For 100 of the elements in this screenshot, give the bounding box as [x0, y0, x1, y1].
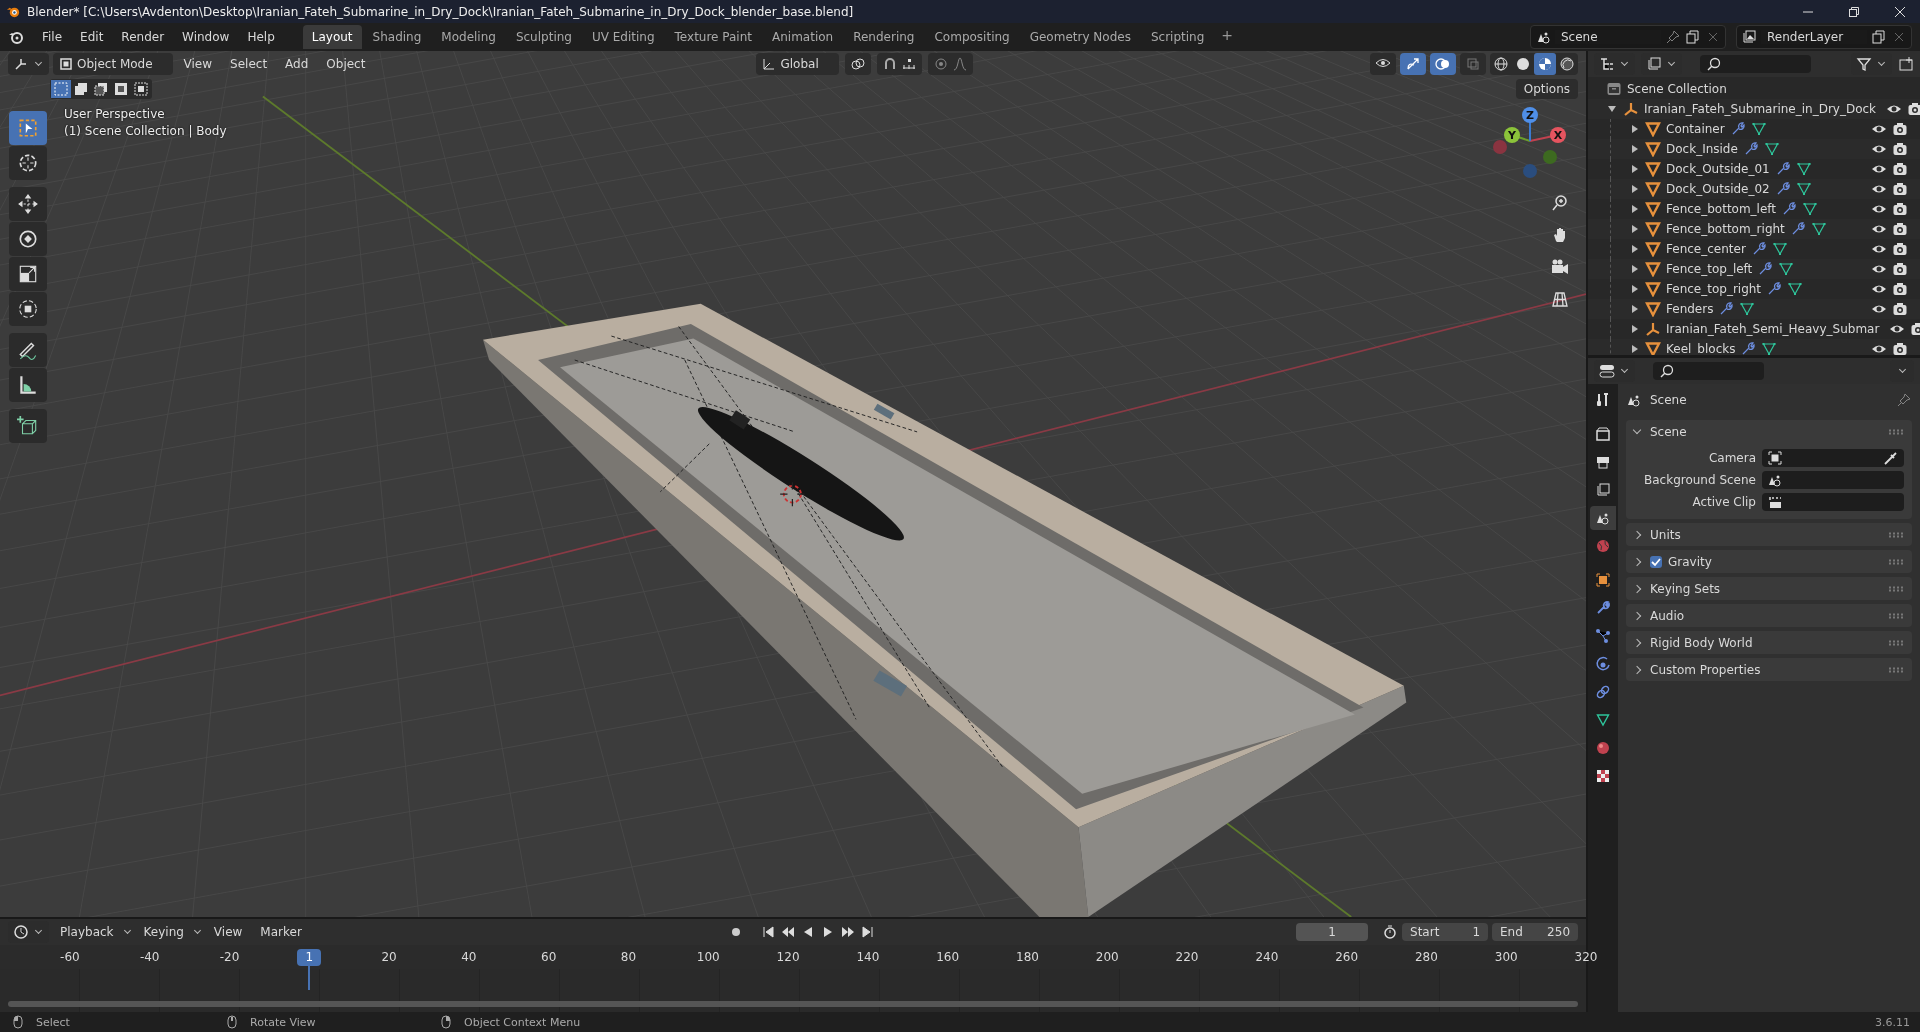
drag-handle-icon[interactable]: [1888, 428, 1904, 435]
duplicate-icon[interactable]: [1685, 29, 1701, 45]
mode-dropdown[interactable]: Object Mode: [53, 53, 173, 75]
duplicate-icon[interactable]: [1871, 29, 1887, 45]
panel-title[interactable]: Keying Sets: [1650, 581, 1721, 596]
playhead[interactable]: 1: [297, 948, 322, 966]
field-input[interactable]: [1762, 449, 1904, 467]
drag-handle-icon[interactable]: [1888, 666, 1904, 673]
mesh-triangle-icon[interactable]: [1778, 261, 1795, 277]
mesh-triangle-icon[interactable]: [1761, 341, 1778, 355]
wrench-icon[interactable]: [1740, 341, 1757, 355]
visibility-button[interactable]: [1370, 53, 1396, 75]
tool-button[interactable]: [9, 292, 47, 326]
menu-item[interactable]: Help: [239, 27, 283, 47]
previous-keyframe-icon[interactable]: [780, 924, 797, 940]
drag-handle-icon[interactable]: [1888, 585, 1904, 592]
tool-button[interactable]: [9, 222, 47, 256]
drag-handle-icon[interactable]: [1888, 558, 1904, 565]
workspace-tab[interactable]: Geometry Nodes: [1020, 25, 1140, 49]
timeline-menu-item[interactable]: Marker: [253, 923, 309, 941]
camera-icon[interactable]: [1892, 181, 1908, 197]
search-field[interactable]: [1653, 362, 1764, 380]
camera-icon[interactable]: [1892, 261, 1908, 277]
expand-arrow-icon[interactable]: [1632, 225, 1638, 233]
restore-icon[interactable]: [1848, 5, 1860, 18]
scene-selector[interactable]: Scene: [1530, 25, 1726, 49]
outliner-item[interactable]: Fence_bottom_right: [1666, 222, 1785, 236]
workspace-tab[interactable]: Modeling: [432, 25, 505, 49]
outliner-item[interactable]: Scene Collection: [1627, 82, 1727, 96]
tool-button[interactable]: [9, 368, 47, 402]
tool-button[interactable]: [9, 333, 47, 367]
camera-icon[interactable]: [1892, 281, 1908, 297]
x-axis-handle[interactable]: X: [1550, 127, 1566, 143]
expand-arrow-icon[interactable]: [1632, 265, 1638, 273]
pin-icon[interactable]: [1665, 29, 1681, 45]
expand-arrow-icon[interactable]: [1632, 205, 1638, 213]
camera-icon[interactable]: [1550, 257, 1570, 277]
mesh-triangle-icon[interactable]: [1787, 281, 1804, 297]
proportional-edit-button[interactable]: [927, 53, 973, 75]
outliner-item[interactable]: Fence_center: [1666, 242, 1746, 256]
workspace-tab[interactable]: Layout: [302, 25, 362, 49]
expand-arrow-icon[interactable]: [1632, 125, 1638, 133]
outliner-item[interactable]: Container: [1666, 122, 1725, 136]
workspace-tab[interactable]: Scripting: [1141, 25, 1214, 49]
gizmo-toggle-button[interactable]: [1400, 53, 1426, 75]
shading-mode-button[interactable]: [1534, 53, 1556, 75]
wrench-icon[interactable]: [1757, 261, 1774, 277]
expand-arrow-icon[interactable]: [1632, 185, 1638, 193]
workspace-tab[interactable]: Compositing: [925, 25, 1019, 49]
workspace-tab[interactable]: Shading: [363, 25, 431, 49]
outliner-item[interactable]: Iranian_Fateh_Semi_Heavy_Submar: [1666, 322, 1880, 336]
timeline-menu-item[interactable]: Keying: [136, 923, 191, 941]
outliner-item[interactable]: Iranian_Fateh_Submarine_in_Dry_Dock: [1644, 102, 1877, 116]
view-layer-selector[interactable]: RenderLayer: [1736, 25, 1912, 49]
mesh-triangle-icon[interactable]: [1739, 301, 1756, 317]
z-axis-handle[interactable]: Z: [1522, 107, 1538, 123]
orientation-dropdown[interactable]: Global: [756, 53, 839, 75]
outliner-item[interactable]: Fence_top_left: [1666, 262, 1753, 276]
panel-title[interactable]: Rigid Body World: [1650, 635, 1753, 650]
camera-icon[interactable]: [1892, 201, 1908, 217]
panel-title[interactable]: Custom Properties: [1650, 662, 1761, 677]
camera-icon[interactable]: [1907, 101, 1920, 117]
camera-icon[interactable]: [1892, 121, 1908, 137]
panel-title[interactable]: Audio: [1650, 608, 1685, 623]
wrench-icon[interactable]: [1766, 281, 1783, 297]
outliner-item[interactable]: Fence_bottom_left: [1666, 202, 1777, 216]
mesh-triangle-icon[interactable]: [1763, 141, 1780, 157]
add-workspace-button[interactable]: +: [1215, 25, 1240, 49]
tool-button[interactable]: [9, 409, 47, 443]
3d-viewport[interactable]: Object Mode View Select Add Object Global Options User Perspective (1) Scene Collection | Body Z Y X: [0, 51, 1586, 917]
wrench-icon[interactable]: [1718, 301, 1735, 317]
timeline-menu-item[interactable]: Playback: [53, 923, 121, 941]
panel-title[interactable]: Units: [1650, 527, 1681, 542]
new-collection-icon[interactable]: [1898, 56, 1914, 72]
expand-arrow-icon[interactable]: [1632, 165, 1638, 173]
menu-item[interactable]: Edit: [72, 27, 112, 47]
tool-button[interactable]: [9, 146, 47, 180]
expand-arrow-icon[interactable]: [1632, 285, 1638, 293]
outliner-item[interactable]: Dock_Outside_02: [1666, 182, 1770, 196]
panel-title[interactable]: Scene: [1650, 424, 1687, 439]
mesh-triangle-icon[interactable]: [1771, 241, 1788, 257]
drag-handle-icon[interactable]: [1888, 639, 1904, 646]
jump-start-icon[interactable]: [760, 924, 777, 940]
overlays-toggle-button[interactable]: [1430, 53, 1456, 75]
xray-toggle-button[interactable]: [1460, 53, 1486, 75]
search-field[interactable]: [1700, 55, 1811, 73]
selection-mode-group[interactable]: [50, 79, 152, 99]
outliner-item[interactable]: Dock_Outside_01: [1666, 162, 1770, 176]
start-frame-field[interactable]: Start 1: [1402, 923, 1488, 941]
editor-type-button[interactable]: [8, 53, 49, 75]
workspace-tab[interactable]: Sculpting: [506, 25, 581, 49]
grid-icon[interactable]: [1550, 289, 1570, 309]
outliner-item[interactable]: Keel_blocks: [1666, 342, 1736, 355]
camera-icon[interactable]: [1892, 341, 1908, 355]
viewport-menu-item[interactable]: Select: [223, 55, 275, 73]
menu-item[interactable]: File: [34, 27, 71, 47]
eyedropper-icon[interactable]: [1883, 450, 1899, 466]
field-input[interactable]: [1762, 493, 1904, 511]
expand-arrow-icon[interactable]: [1632, 145, 1638, 153]
blender-logo-icon[interactable]: [8, 29, 24, 45]
